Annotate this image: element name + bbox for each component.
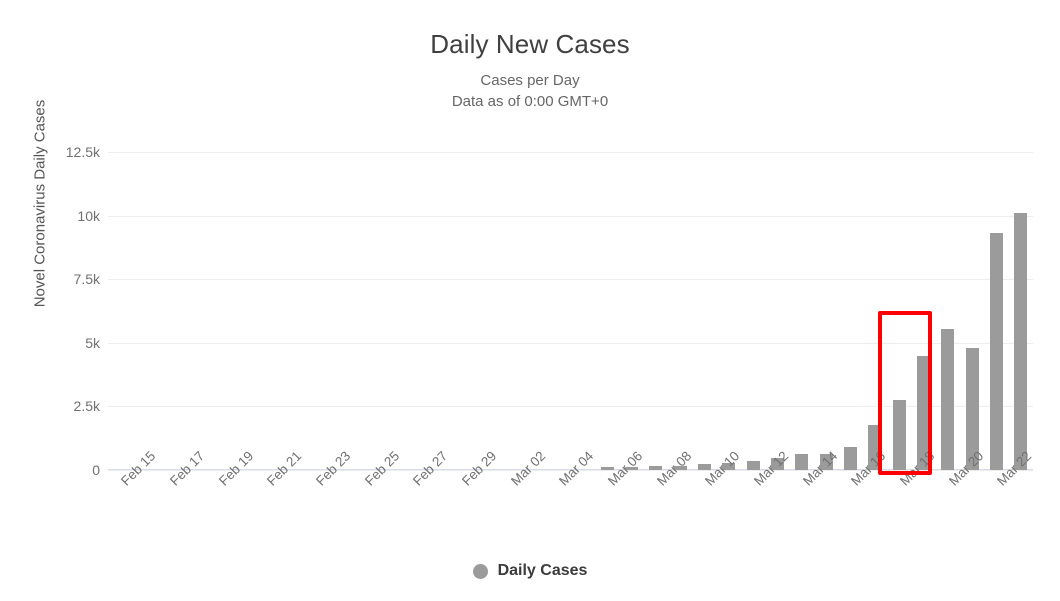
y-axis-ticks: 0 2.5k 5k 7.5k 10k 12.5k (14, 144, 100, 478)
gridline (108, 279, 1033, 281)
gridline (108, 152, 1033, 153)
bar[interactable] (649, 466, 663, 470)
bar[interactable] (941, 328, 955, 470)
y-axis-tick-label: 7.5k (73, 271, 100, 288)
legend-item-label: Daily Cases (497, 562, 588, 579)
x-axis-ticks: Feb 15 Feb 17 Feb 19 Feb 21 Feb 23 Feb 25 Feb … (108, 448, 1035, 548)
y-axis-tick-label: 12.5k (65, 144, 100, 160)
bar[interactable] (746, 461, 760, 470)
y-axis-tick-label: 5k (85, 334, 100, 351)
y-axis-tick-label: 2.5k (73, 398, 100, 415)
bar[interactable] (892, 400, 906, 470)
gridline (108, 342, 1033, 344)
bar[interactable] (989, 233, 1003, 470)
y-axis-tick-label: 0 (92, 462, 100, 478)
bar[interactable] (795, 454, 809, 470)
y-axis-tick-label: 10k (77, 207, 100, 224)
daily-new-cases-chart: Daily New Cases Cases per Day Data as of… (0, 0, 1060, 601)
plot-area (108, 152, 1033, 471)
bar[interactable] (843, 447, 857, 470)
circle-icon (472, 563, 488, 579)
plot-wrapper: Novel Coronavirus Daily Cases 0 2.5k 5k 7.5… (0, 0, 1060, 601)
chart-legend: Daily Cases (0, 562, 1060, 580)
gridline (108, 215, 1033, 217)
bar[interactable] (1014, 213, 1028, 470)
